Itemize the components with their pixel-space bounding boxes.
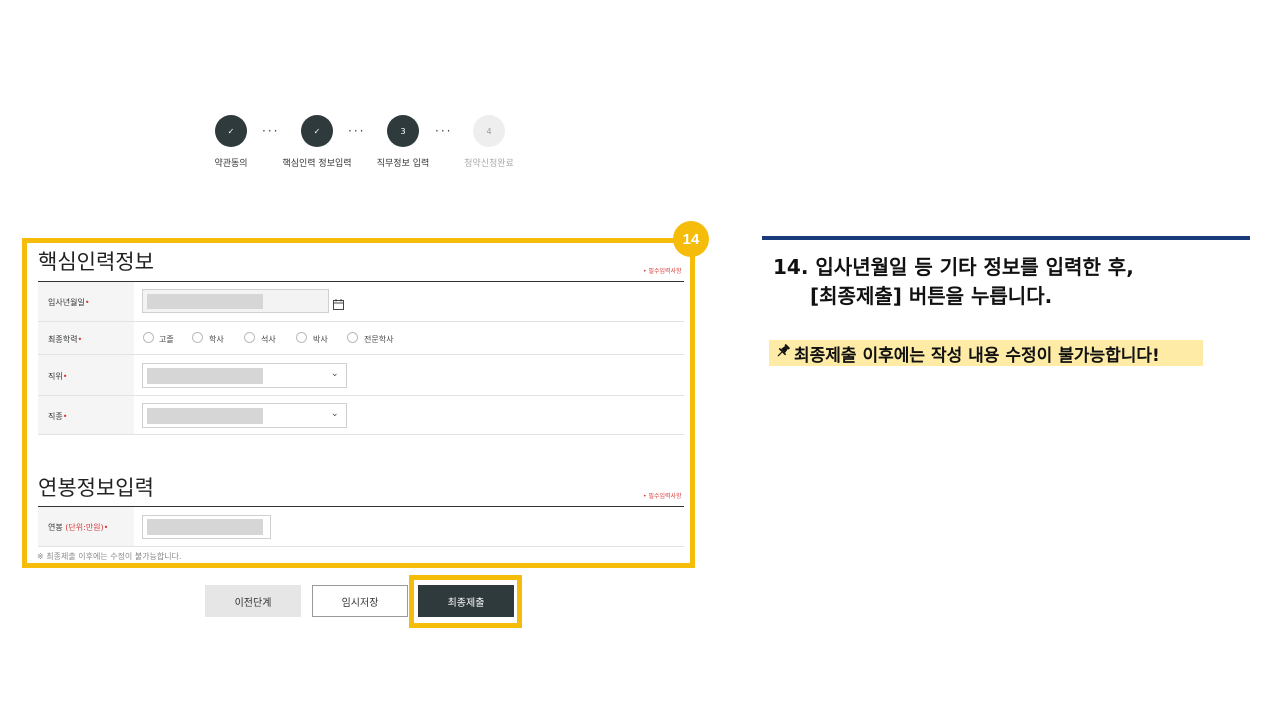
warning-note-text: 최종제출 이후에는 작성 내용 수정이 불가능합니다! — [794, 345, 1160, 366]
instruction-rule — [762, 236, 1250, 240]
submit-highlight-frame — [409, 575, 522, 628]
check-icon: ✓ — [313, 126, 321, 136]
step-separator: ··· — [435, 124, 453, 138]
step-separator: ··· — [348, 124, 366, 138]
step-2-check-icon: ✓ — [301, 115, 333, 147]
step-4-label: 청약신청완료 — [464, 159, 514, 169]
step-number: 3 — [400, 126, 406, 136]
instruction-line-1: 14. 입사년월일 등 기타 정보를 입력한 후, — [773, 255, 1134, 279]
step-1-label: 약관동의 — [214, 159, 248, 169]
step-number: 4 — [486, 126, 492, 136]
step-1-check-icon: ✓ — [215, 115, 247, 147]
step-separator: ··· — [262, 124, 280, 138]
step-badge: 14 — [673, 221, 709, 257]
instruction-line-2: [최종제출] 버튼을 누릅니다. — [810, 284, 1053, 308]
step-2-label: 핵심인력 정보입력 — [282, 159, 352, 169]
prev-step-button[interactable]: 이전단계 — [205, 585, 301, 617]
check-icon: ✓ — [227, 126, 235, 136]
step-3-marker: 3 — [387, 115, 419, 147]
form-highlight-frame — [22, 238, 695, 568]
temp-save-button[interactable]: 임시저장 — [312, 585, 408, 617]
warning-note: 최종제출 이후에는 작성 내용 수정이 불가능합니다! — [769, 340, 1203, 366]
step-3-label: 직무정보 입력 — [376, 159, 430, 169]
step-4-marker: 4 — [473, 115, 505, 147]
pushpin-icon — [775, 343, 791, 364]
